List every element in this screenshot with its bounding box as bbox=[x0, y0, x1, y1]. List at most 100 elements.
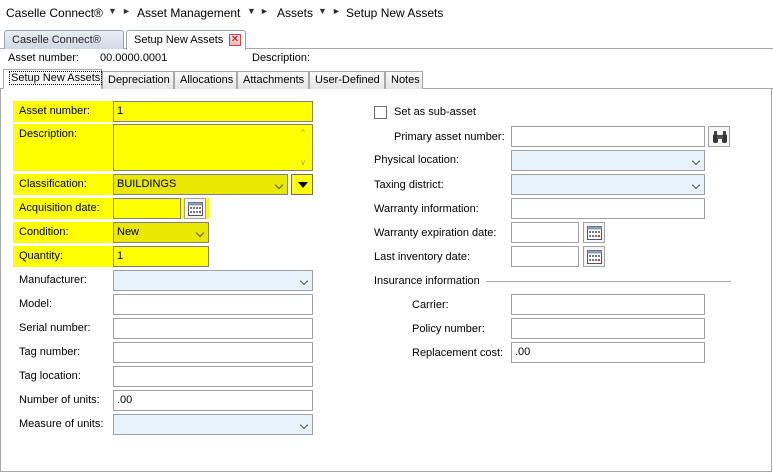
chevron-down-icon[interactable]: ▼ bbox=[247, 6, 256, 16]
primary-asset-number-label: Primary asset number: bbox=[394, 131, 505, 143]
chevron-down-icon bbox=[691, 180, 701, 190]
tab-attachments[interactable]: Attachments bbox=[237, 71, 309, 89]
tab-label: Depreciation bbox=[108, 74, 170, 86]
primary-asset-lookup-button[interactable] bbox=[708, 126, 730, 147]
primary-asset-number-input[interactable] bbox=[511, 126, 705, 147]
condition-value: New bbox=[117, 226, 140, 238]
manufacturer-label: Manufacturer: bbox=[19, 274, 87, 286]
asset-number-input[interactable]: 1 bbox=[113, 101, 313, 122]
tab-label: Attachments bbox=[243, 74, 305, 86]
binoculars-icon bbox=[713, 131, 727, 143]
last-inventory-date-label: Last inventory date: bbox=[374, 251, 471, 263]
condition-select[interactable]: New bbox=[113, 222, 209, 243]
classification-label: Classification: bbox=[19, 178, 87, 190]
number-of-units-label: Number of units: bbox=[19, 394, 100, 406]
quantity-input[interactable]: 1 bbox=[113, 246, 209, 267]
breadcrumb-item-home[interactable]: Caselle Connect® bbox=[6, 6, 103, 20]
chevron-down-icon bbox=[299, 420, 309, 430]
tab-label: Allocations bbox=[180, 74, 234, 86]
chevron-right-icon: ► bbox=[122, 6, 131, 16]
section-divider bbox=[486, 281, 731, 282]
classification-value: BUILDINGS bbox=[117, 178, 177, 190]
measure-of-units-label: Measure of units: bbox=[19, 418, 104, 430]
measure-of-units-select[interactable] bbox=[113, 414, 313, 435]
tab-user-defined[interactable]: User-Defined bbox=[309, 71, 385, 89]
warranty-information-input[interactable] bbox=[511, 198, 705, 219]
asset-number-label: Asset number: bbox=[19, 105, 90, 117]
tab-label: User-Defined bbox=[315, 74, 380, 86]
model-label: Model: bbox=[19, 298, 53, 310]
sub-asset-checkbox[interactable] bbox=[374, 106, 387, 119]
warranty-expiration-calendar-button[interactable] bbox=[583, 222, 605, 243]
chevron-down-icon bbox=[299, 276, 309, 286]
tab-label: Notes bbox=[391, 74, 420, 86]
breadcrumb-item-assets[interactable]: Assets bbox=[277, 6, 313, 20]
tag-number-label: Tag number: bbox=[19, 346, 81, 358]
tab-setup-new-assets[interactable]: Setup New Assets ✕ bbox=[126, 30, 246, 50]
policy-number-input[interactable] bbox=[511, 318, 705, 339]
header-asset-number-value: 00.0000.0001 bbox=[100, 52, 168, 64]
acquisition-date-calendar-button[interactable] bbox=[184, 198, 206, 219]
replacement-cost-input[interactable]: .00 bbox=[511, 342, 705, 363]
calendar-icon bbox=[188, 202, 203, 216]
acquisition-date-input[interactable] bbox=[113, 198, 181, 219]
chevron-right-icon: ► bbox=[332, 6, 341, 16]
tab-depreciation[interactable]: Depreciation bbox=[102, 71, 174, 89]
number-of-units-input[interactable]: .00 bbox=[113, 390, 313, 411]
last-inventory-calendar-button[interactable] bbox=[583, 246, 605, 267]
breadcrumb: Caselle Connect® ▼ ► Asset Management ▼ … bbox=[0, 0, 773, 27]
calendar-icon bbox=[587, 250, 602, 264]
tab-caselle-connect[interactable]: Caselle Connect® bbox=[4, 30, 124, 49]
taxing-district-select[interactable] bbox=[511, 174, 705, 195]
classification-select[interactable]: BUILDINGS bbox=[113, 174, 288, 195]
classification-dropdown-button[interactable] bbox=[291, 174, 313, 195]
replacement-cost-label: Replacement cost: bbox=[412, 347, 504, 359]
document-tab-strip: Caselle Connect® Setup New Assets ✕ bbox=[0, 27, 773, 50]
physical-location-label: Physical location: bbox=[374, 154, 459, 166]
physical-location-select[interactable] bbox=[511, 150, 705, 171]
tag-location-label: Tag location: bbox=[19, 370, 81, 382]
carrier-input[interactable] bbox=[511, 294, 705, 315]
tab-setup-new-assets-inner[interactable]: Setup New Assets bbox=[3, 69, 103, 89]
warranty-expiration-date-label: Warranty expiration date: bbox=[374, 227, 497, 239]
triangle-down-icon bbox=[298, 182, 308, 188]
carrier-label: Carrier: bbox=[412, 299, 449, 311]
inner-tab-strip: Setup New Assets Depreciation Allocation… bbox=[0, 69, 773, 89]
acquisition-date-label: Acquisition date: bbox=[19, 202, 100, 214]
header-asset-number-label: Asset number: bbox=[8, 52, 79, 64]
insurance-section-title: Insurance information bbox=[374, 275, 480, 287]
description-textarea[interactable]: ^ v bbox=[113, 124, 313, 171]
chevron-down-icon bbox=[195, 228, 205, 238]
tab-label: Setup New Assets bbox=[9, 71, 103, 85]
tag-number-input[interactable] bbox=[113, 342, 313, 363]
scroll-arrows-icon[interactable]: ^ v bbox=[301, 128, 309, 167]
policy-number-label: Policy number: bbox=[412, 323, 485, 335]
chevron-right-icon: ► bbox=[260, 6, 269, 16]
serial-number-label: Serial number: bbox=[19, 322, 91, 334]
tab-allocations[interactable]: Allocations bbox=[174, 71, 237, 89]
condition-label: Condition: bbox=[19, 226, 69, 238]
serial-number-input[interactable] bbox=[113, 318, 313, 339]
tab-label: Setup New Assets bbox=[134, 34, 224, 46]
manufacturer-select[interactable] bbox=[113, 270, 313, 291]
taxing-district-label: Taxing district: bbox=[374, 179, 444, 191]
calendar-icon bbox=[587, 226, 602, 240]
chevron-down-icon[interactable]: ▼ bbox=[318, 6, 327, 16]
quantity-label: Quantity: bbox=[19, 250, 64, 262]
model-input[interactable] bbox=[113, 294, 313, 315]
description-label: Description: bbox=[19, 128, 78, 140]
sub-asset-label: Set as sub-asset bbox=[394, 106, 476, 118]
warranty-expiration-date-input[interactable] bbox=[511, 222, 579, 243]
header-description-label: Description: bbox=[252, 52, 311, 64]
close-icon[interactable]: ✕ bbox=[229, 34, 241, 46]
chevron-down-icon bbox=[691, 156, 701, 166]
tab-label: Caselle Connect® bbox=[12, 34, 101, 46]
tag-location-input[interactable] bbox=[113, 366, 313, 387]
chevron-down-icon bbox=[274, 180, 284, 190]
chevron-down-icon[interactable]: ▼ bbox=[108, 6, 117, 16]
breadcrumb-item-asset-management[interactable]: Asset Management bbox=[137, 6, 240, 20]
warranty-information-label: Warranty information: bbox=[374, 203, 479, 215]
last-inventory-date-input[interactable] bbox=[511, 246, 579, 267]
tab-notes[interactable]: Notes bbox=[385, 71, 423, 89]
breadcrumb-item-setup-new-assets[interactable]: Setup New Assets bbox=[346, 6, 443, 20]
